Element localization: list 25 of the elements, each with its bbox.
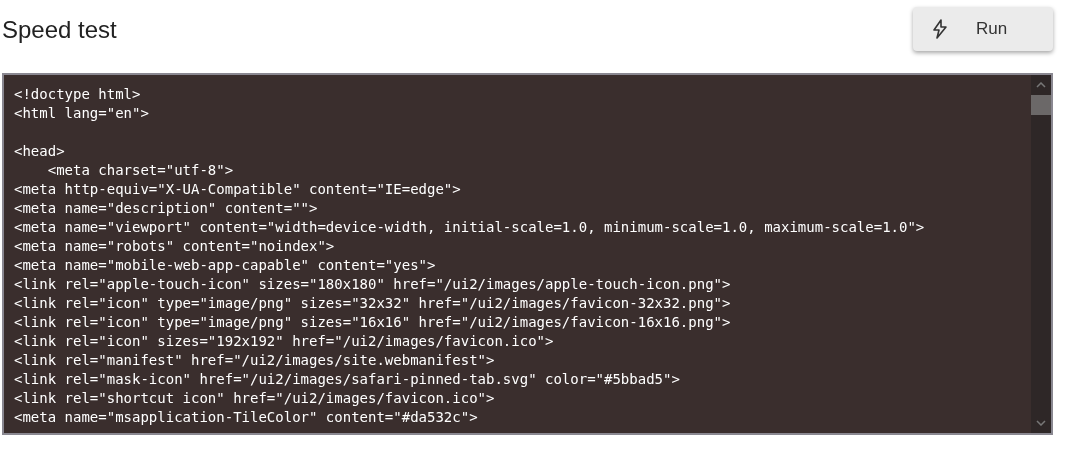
code-line: <html lang="en"> [14, 104, 149, 123]
code-line: <meta name="msapplication-TileColor" content="#da532c"> [14, 408, 478, 427]
code-line: <meta charset="utf-8"> [46, 161, 234, 180]
scroll-up-icon[interactable] [1036, 82, 1046, 88]
page-title: Speed test [2, 16, 117, 44]
code-line: <meta name="mobile-web-app-capable" content="yes"> [14, 256, 436, 275]
code-line: <link rel="apple-touch-icon" sizes="180x180" href="/ui2/images/apple-touch-icon.png"> [14, 275, 731, 294]
code-line: <link rel="icon" sizes="192x192" href="/ui2/images/favicon.ico"> [14, 332, 554, 351]
code-line: <head> [14, 142, 65, 161]
code-line: <!doctype html> [14, 85, 141, 104]
code-editor[interactable] [2, 73, 1053, 435]
code-line: <meta name="viewport" content="width=device-width, initial-scale=1.0, minimum-scale=1.0, maximum-scale=1.0"> [14, 218, 925, 237]
code-line: <link rel="icon" type="image/png" sizes="32x32" href="/ui2/images/favicon-32x32.png"> [14, 294, 731, 313]
scroll-thumb[interactable] [1031, 95, 1051, 115]
code-line: <meta http-equiv="X-UA-Compatible" content="IE=edge"> [14, 180, 461, 199]
scroll-down-icon[interactable] [1036, 420, 1046, 426]
run-button[interactable]: Run [913, 7, 1053, 51]
code-line: <link rel="manifest" href="/ui2/images/site.webmanifest"> [14, 351, 495, 370]
code-line: <link rel="shortcut icon" href="/ui2/images/favicon.ico"> [14, 389, 495, 408]
code-line: <link rel="icon" type="image/png" sizes="16x16" href="/ui2/images/favicon-16x16.png"> [14, 313, 731, 332]
lightning-icon [932, 19, 948, 39]
code-line: <meta name="description" content=""> [14, 199, 318, 218]
code-line: <meta name="robots" content="noindex"> [14, 237, 335, 256]
code-line: <link rel="mask-icon" href="/ui2/images/safari-pinned-tab.svg" color="#5bbad5"> [14, 370, 680, 389]
scrollbar[interactable] [1031, 75, 1051, 433]
